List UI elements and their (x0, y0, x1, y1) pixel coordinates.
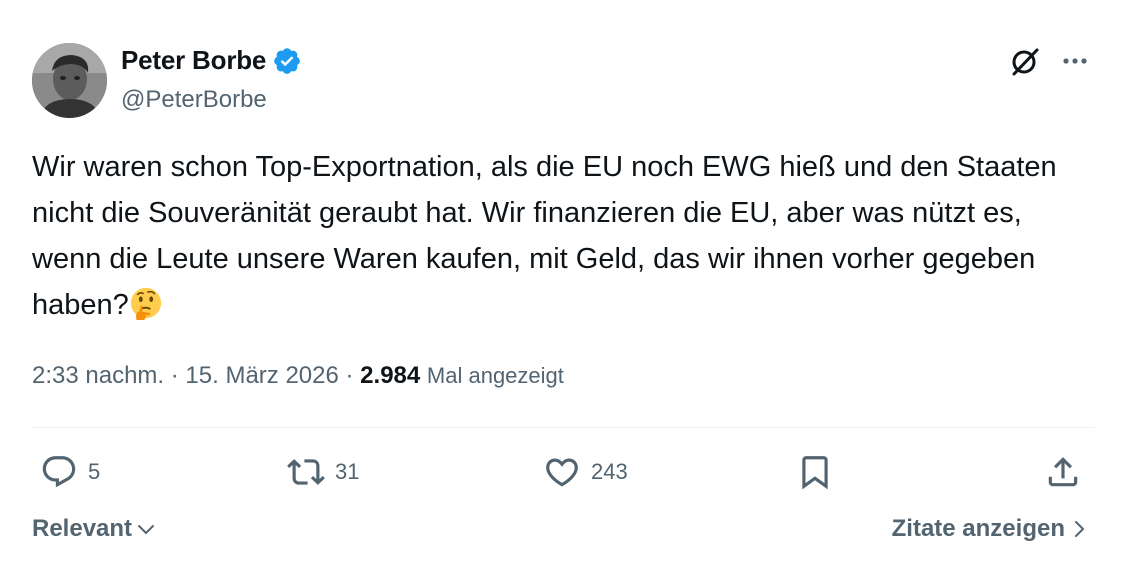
chevron-right-icon (1075, 521, 1084, 537)
meta-separator-2: · (338, 362, 361, 389)
tweet-text-content: Wir waren schon Top-Exportnation, als di… (32, 151, 1057, 321)
tweet-text: Wir waren schon Top-Exportnation, als di… (32, 144, 1082, 328)
verified-badge-icon[interactable] (272, 46, 302, 76)
like-button[interactable]: 243 (543, 453, 628, 491)
avatar-image (32, 43, 107, 118)
share-button[interactable] (1044, 453, 1082, 491)
view-count-label: Mal angezeigt (426, 363, 564, 388)
author-handle[interactable]: @PeterBorbe (121, 86, 267, 114)
tweet-time[interactable]: 2:33 nachm. (32, 362, 164, 390)
author-name-row[interactable]: Peter Borbe (121, 45, 302, 76)
reply-button[interactable]: 5 (40, 453, 100, 491)
bookmark-icon (802, 456, 828, 490)
like-count: 243 (591, 459, 628, 484)
repost-count: 31 (335, 459, 360, 484)
bookmark-button[interactable] (796, 453, 834, 491)
divider (32, 427, 1095, 428)
author-name[interactable]: Peter Borbe (121, 45, 266, 76)
heart-icon (546, 458, 578, 487)
reply-count: 5 (88, 459, 101, 484)
tweet-date[interactable]: 15. März 2026 (185, 362, 338, 390)
thinking-face-emoji-icon (129, 286, 163, 320)
share-icon (1048, 457, 1078, 487)
view-quotes-label: Zitate anzeigen (891, 515, 1065, 542)
repost-icon (287, 459, 325, 485)
avatar[interactable] (32, 43, 107, 118)
sort-label: Relevant (32, 515, 133, 542)
tweet-meta: 2:33 nachm. · 15. März 2026 · 2.984 Mal … (32, 362, 564, 390)
meta-separator: · (164, 362, 186, 389)
grok-icon[interactable] (1008, 44, 1042, 78)
view-quotes-link[interactable]: Zitate anzeigen (892, 515, 1089, 543)
repost-button[interactable]: 31 (287, 453, 359, 491)
reply-icon (42, 456, 76, 488)
sort-dropdown[interactable]: Relevant (32, 515, 156, 543)
chevron-down-icon (138, 525, 155, 534)
view-count: 2.984 (360, 362, 421, 389)
more-options-icon[interactable] (1058, 48, 1092, 74)
